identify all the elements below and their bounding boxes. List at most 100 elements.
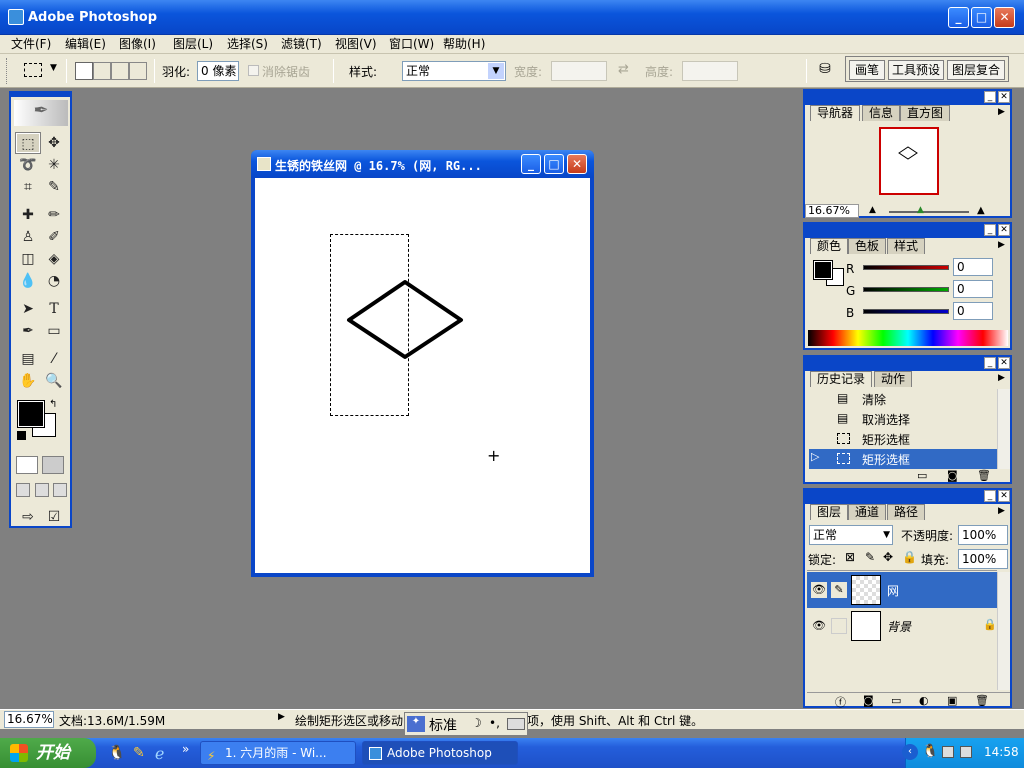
tab-navigator[interactable]: 导航器 bbox=[810, 105, 861, 121]
start-button[interactable]: 开始 bbox=[0, 738, 96, 768]
network-tray-icon-2[interactable] bbox=[960, 746, 972, 758]
delete-state-icon[interactable]: 🗑 bbox=[977, 469, 991, 482]
add-mask-icon[interactable]: ◙ bbox=[863, 694, 874, 707]
ie-quicklaunch-icon[interactable]: ℯ bbox=[155, 744, 164, 763]
menu-file[interactable]: 文件(F) bbox=[11, 35, 51, 53]
tab-layers[interactable]: 图层 bbox=[810, 504, 849, 520]
shape-tool-icon[interactable]: ▭ bbox=[42, 321, 66, 341]
new-snapshot-icon[interactable]: ◙ bbox=[947, 469, 958, 482]
magic-wand-tool-icon[interactable]: ✳ bbox=[42, 155, 66, 175]
path-selection-tool-icon[interactable]: ➤ bbox=[16, 299, 40, 319]
zoom-out-icon[interactable]: ▲ bbox=[869, 205, 876, 215]
eraser-tool-icon[interactable]: ◫ bbox=[16, 249, 40, 269]
panel-close-icon[interactable]: ✕ bbox=[998, 490, 1010, 502]
width-input[interactable] bbox=[551, 61, 607, 81]
layer-row-selected[interactable]: 👁 ✎ 网 bbox=[807, 572, 997, 608]
default-colors-icon[interactable] bbox=[17, 431, 26, 440]
doc-close-button[interactable]: ✕ bbox=[567, 154, 587, 174]
zoom-slider-thumb[interactable]: ▲ bbox=[917, 205, 924, 215]
swap-colors-icon[interactable]: ↰ bbox=[49, 399, 57, 410]
blend-mode-select[interactable]: 正常 ▼ bbox=[809, 525, 893, 545]
history-brush-tool-icon[interactable]: ✐ bbox=[42, 227, 66, 247]
lock-all-icon[interactable]: 🔒 bbox=[902, 550, 917, 564]
layers-scrollbar[interactable] bbox=[997, 572, 1010, 690]
color-spectrum-bar[interactable] bbox=[808, 330, 1008, 346]
rect-marquee-preset-icon[interactable] bbox=[24, 63, 42, 77]
tab-channels[interactable]: 通道 bbox=[848, 504, 887, 520]
ime-mode-label[interactable]: 标准 bbox=[429, 715, 457, 735]
blur-tool-icon[interactable]: 💧 bbox=[16, 271, 40, 291]
layer-style-icon[interactable]: ⓕ bbox=[835, 694, 846, 710]
lasso-tool-icon[interactable]: ➰ bbox=[16, 155, 40, 175]
panel-close-icon[interactable]: ✕ bbox=[998, 357, 1010, 369]
style-select[interactable]: 正常 ▼ bbox=[402, 61, 506, 81]
status-menu-arrow-icon[interactable]: ▶ bbox=[278, 712, 285, 722]
qq-tray-icon[interactable]: 🐧 bbox=[922, 744, 938, 759]
panel-menu-arrow-icon[interactable]: ▶ bbox=[998, 373, 1005, 383]
menu-image[interactable]: 图像(I) bbox=[119, 35, 156, 53]
link-slot[interactable] bbox=[831, 618, 847, 634]
lock-position-icon[interactable]: ✥ bbox=[883, 550, 893, 564]
screen-mode-standard-icon[interactable] bbox=[16, 483, 30, 497]
status-zoom-field[interactable]: 16.67% bbox=[4, 711, 54, 728]
subtract-selection-icon[interactable] bbox=[111, 62, 129, 80]
panel-minimize-icon[interactable]: _ bbox=[984, 224, 996, 236]
channel-r-slider[interactable] bbox=[863, 265, 949, 270]
taskbar-item[interactable]: ⚡ 1. 六月的雨 - Wi... bbox=[200, 741, 356, 765]
move-tool-icon[interactable]: ✥ bbox=[42, 133, 66, 153]
tab-info[interactable]: 信息 bbox=[862, 105, 901, 121]
swap-icon[interactable]: ⇄ bbox=[618, 62, 629, 77]
doc-minimize-button[interactable]: _ bbox=[521, 154, 541, 174]
new-layer-icon[interactable]: ▣ bbox=[947, 694, 957, 707]
lock-transparency-icon[interactable]: ⊠ bbox=[845, 550, 855, 564]
menu-help[interactable]: 帮助(H) bbox=[443, 35, 485, 53]
history-item-selected[interactable]: ▷ 矩形选框 bbox=[809, 449, 997, 469]
channel-r-value[interactable]: 0 bbox=[953, 258, 993, 276]
zoom-tool-icon[interactable]: 🔍 bbox=[42, 371, 66, 391]
tab-histogram[interactable]: 直方图 bbox=[900, 105, 951, 121]
panel-close-icon[interactable]: ✕ bbox=[998, 224, 1010, 236]
new-document-from-state-icon[interactable]: ▭ bbox=[917, 469, 927, 482]
menu-select[interactable]: 选择(S) bbox=[227, 35, 268, 53]
menu-window[interactable]: 窗口(W) bbox=[389, 35, 434, 53]
add-selection-icon[interactable] bbox=[93, 62, 111, 80]
screen-mode-full-menu-icon[interactable] bbox=[35, 483, 49, 497]
photoshop-quicklaunch-icon[interactable]: ✎ bbox=[133, 745, 145, 761]
antialias-checkbox[interactable] bbox=[248, 65, 259, 76]
rect-marquee-tool-icon[interactable]: ⬚ bbox=[15, 132, 41, 154]
panel-minimize-icon[interactable]: _ bbox=[984, 490, 996, 502]
brushes-tab[interactable]: 画笔 bbox=[849, 60, 885, 80]
panel-menu-arrow-icon[interactable]: ▶ bbox=[998, 107, 1005, 117]
panel-minimize-icon[interactable]: _ bbox=[984, 91, 996, 103]
new-set-icon[interactable]: ▭ bbox=[891, 694, 901, 707]
tab-swatches[interactable]: 色板 bbox=[848, 238, 887, 254]
eye-visibility-icon[interactable]: 👁 bbox=[811, 582, 827, 598]
canvas[interactable]: + bbox=[255, 178, 590, 573]
quicklaunch-more-icon[interactable]: » bbox=[182, 742, 189, 756]
maximize-button[interactable]: □ bbox=[971, 7, 992, 28]
half-width-icon[interactable]: ☽ bbox=[471, 716, 482, 730]
dodge-tool-icon[interactable]: ◔ bbox=[42, 271, 66, 291]
lock-image-icon[interactable]: ✎ bbox=[865, 550, 875, 564]
menu-view[interactable]: 视图(V) bbox=[335, 35, 377, 53]
channel-b-value[interactable]: 0 bbox=[953, 302, 993, 320]
network-tray-icon[interactable] bbox=[942, 746, 954, 758]
intersect-selection-icon[interactable] bbox=[129, 62, 147, 80]
panel-close-icon[interactable]: ✕ bbox=[998, 91, 1010, 103]
zoom-in-icon[interactable]: ▲ bbox=[977, 205, 985, 216]
jump-to-imageready-icon[interactable]: ⇨ bbox=[16, 507, 40, 527]
qq-quicklaunch-icon[interactable]: 🐧 bbox=[108, 745, 125, 761]
tab-actions[interactable]: 动作 bbox=[874, 371, 913, 387]
preset-dropdown-arrow-icon[interactable]: ▼ bbox=[50, 63, 57, 73]
panel-menu-arrow-icon[interactable]: ▶ bbox=[998, 506, 1005, 516]
adjustment-layer-icon[interactable]: ◐ bbox=[919, 694, 929, 707]
standard-mode-icon[interactable] bbox=[16, 456, 38, 474]
tool-presets-tab[interactable]: 工具预设 bbox=[888, 60, 944, 80]
eyedropper-tool-icon[interactable]: ⁄ bbox=[42, 349, 66, 369]
notes-tool-icon[interactable]: ▤ bbox=[16, 349, 40, 369]
panel-menu-arrow-icon[interactable]: ▶ bbox=[998, 240, 1005, 250]
healing-brush-tool-icon[interactable]: ✚ bbox=[16, 205, 40, 225]
history-item[interactable]: 矩形选框 bbox=[827, 429, 997, 449]
delete-layer-icon[interactable]: 🗑 bbox=[975, 694, 989, 707]
channel-b-slider[interactable] bbox=[863, 309, 949, 314]
